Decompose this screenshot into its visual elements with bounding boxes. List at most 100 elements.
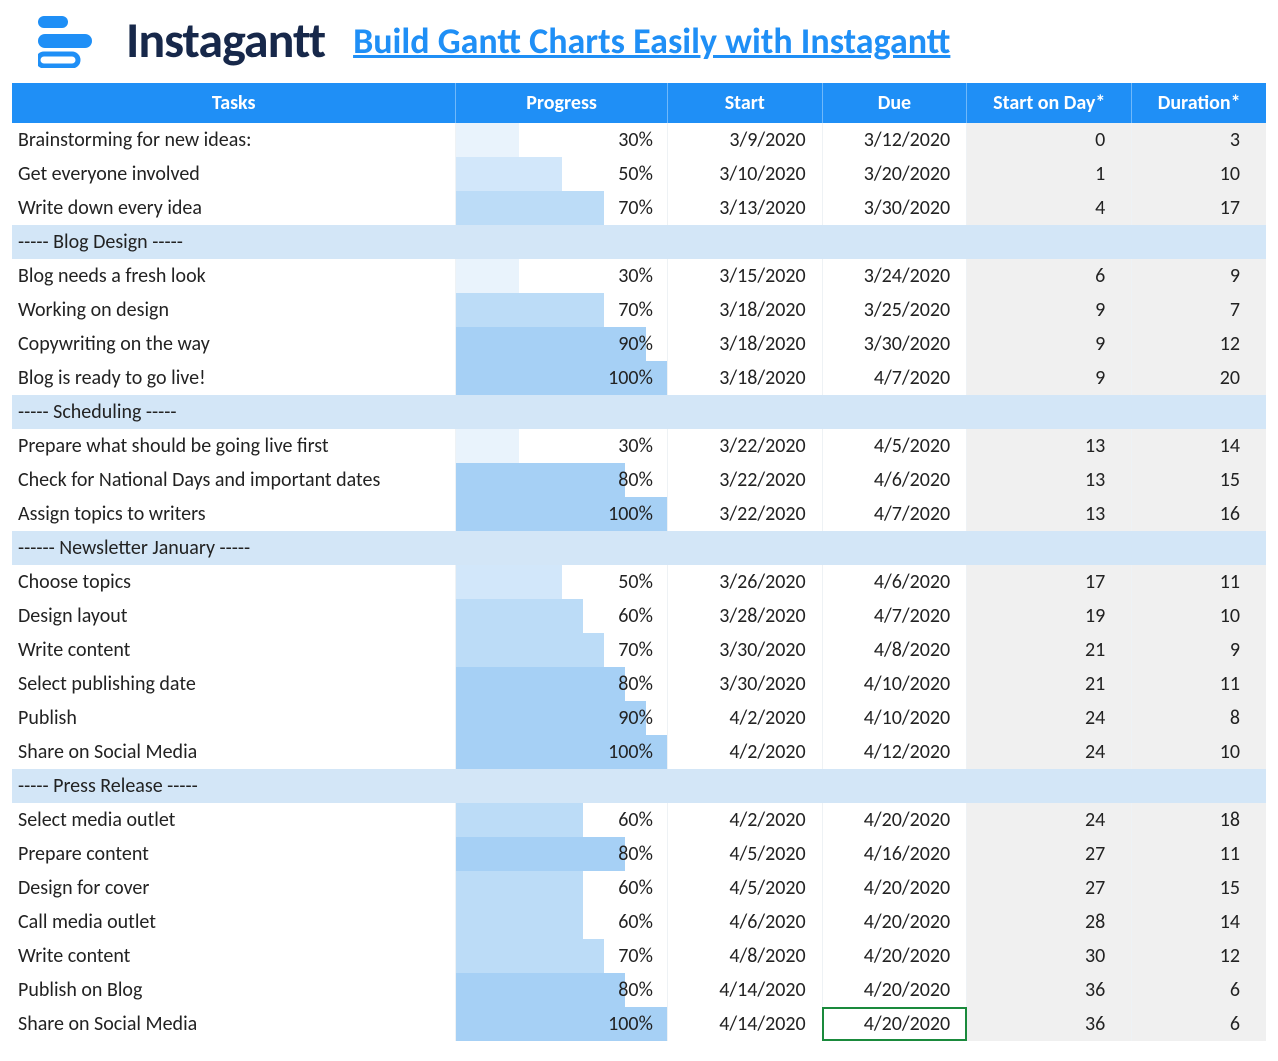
cell-duration[interactable]: 7 bbox=[1132, 293, 1266, 327]
cell-task[interactable]: Write content bbox=[12, 939, 456, 973]
cell-progress[interactable]: 100% bbox=[456, 361, 668, 395]
cell-due[interactable]: 4/16/2020 bbox=[822, 837, 966, 871]
cell-progress[interactable]: 80% bbox=[456, 837, 668, 871]
cell-progress[interactable]: 80% bbox=[456, 973, 668, 1007]
cell-start[interactable]: 3/26/2020 bbox=[667, 565, 822, 599]
cell-due[interactable]: 4/8/2020 bbox=[822, 633, 966, 667]
cell-start-day[interactable]: 9 bbox=[967, 293, 1132, 327]
cell-due[interactable]: 3/30/2020 bbox=[822, 327, 966, 361]
cell-start[interactable]: 4/2/2020 bbox=[667, 701, 822, 735]
cell-task[interactable]: Publish bbox=[12, 701, 456, 735]
cell-start-day[interactable]: 30 bbox=[967, 939, 1132, 973]
cell-start[interactable]: 4/5/2020 bbox=[667, 871, 822, 905]
cell-start-day[interactable]: 9 bbox=[967, 361, 1132, 395]
cell-start[interactable]: 4/14/2020 bbox=[667, 1007, 822, 1041]
cell-task[interactable]: Assign topics to writers bbox=[12, 497, 456, 531]
cell-progress[interactable]: 50% bbox=[456, 157, 668, 191]
cell-progress[interactable]: 70% bbox=[456, 293, 668, 327]
cell-progress[interactable]: 80% bbox=[456, 463, 668, 497]
cell-start[interactable]: 3/30/2020 bbox=[667, 633, 822, 667]
cell-start-day[interactable]: 13 bbox=[967, 497, 1132, 531]
cell-duration[interactable]: 6 bbox=[1132, 973, 1266, 1007]
cell-task[interactable]: Select media outlet bbox=[12, 803, 456, 837]
cell-due[interactable]: 4/20/2020 bbox=[822, 973, 966, 1007]
cell-progress[interactable]: 100% bbox=[456, 1007, 668, 1041]
cell-start-day[interactable]: 36 bbox=[967, 1007, 1132, 1041]
cell-start-day[interactable]: 17 bbox=[967, 565, 1132, 599]
cell-start-day[interactable]: 27 bbox=[967, 871, 1132, 905]
cell-duration[interactable]: 10 bbox=[1132, 735, 1266, 769]
cell-task[interactable]: Write content bbox=[12, 633, 456, 667]
cell-task[interactable]: Blog is ready to go live! bbox=[12, 361, 456, 395]
cell-progress[interactable]: 70% bbox=[456, 939, 668, 973]
cell-start-day[interactable]: 21 bbox=[967, 633, 1132, 667]
cell-duration[interactable]: 10 bbox=[1132, 157, 1266, 191]
cell-task[interactable]: Get everyone involved bbox=[12, 157, 456, 191]
cell-task[interactable]: Working on design bbox=[12, 293, 456, 327]
cell-due[interactable]: 3/30/2020 bbox=[822, 191, 966, 225]
cell-start[interactable]: 3/15/2020 bbox=[667, 259, 822, 293]
cell-due[interactable]: 3/25/2020 bbox=[822, 293, 966, 327]
cell-task[interactable]: Publish on Blog bbox=[12, 973, 456, 1007]
cell-due[interactable]: 4/12/2020 bbox=[822, 735, 966, 769]
cell-start-day[interactable]: 0 bbox=[967, 123, 1132, 157]
cell-progress[interactable]: 100% bbox=[456, 735, 668, 769]
cell-task[interactable]: Prepare what should be going live first bbox=[12, 429, 456, 463]
cell-start[interactable]: 4/5/2020 bbox=[667, 837, 822, 871]
cell-duration[interactable]: 16 bbox=[1132, 497, 1266, 531]
cell-task[interactable]: Choose topics bbox=[12, 565, 456, 599]
cell-progress[interactable]: 30% bbox=[456, 259, 668, 293]
cell-task[interactable]: Check for National Days and important da… bbox=[12, 463, 456, 497]
cell-progress[interactable]: 50% bbox=[456, 565, 668, 599]
cell-progress[interactable]: 90% bbox=[456, 327, 668, 361]
cell-start-day[interactable]: 21 bbox=[967, 667, 1132, 701]
cell-due[interactable]: 3/12/2020 bbox=[822, 123, 966, 157]
cell-progress[interactable]: 90% bbox=[456, 701, 668, 735]
cell-due[interactable]: 4/20/2020 bbox=[822, 803, 966, 837]
cell-start[interactable]: 4/8/2020 bbox=[667, 939, 822, 973]
cell-due[interactable]: 4/5/2020 bbox=[822, 429, 966, 463]
cell-start[interactable]: 3/22/2020 bbox=[667, 429, 822, 463]
cell-due[interactable]: 4/20/2020 bbox=[822, 871, 966, 905]
cell-task[interactable]: Write down every idea bbox=[12, 191, 456, 225]
cell-start[interactable]: 4/14/2020 bbox=[667, 973, 822, 1007]
cell-progress[interactable]: 60% bbox=[456, 871, 668, 905]
cell-task[interactable]: Prepare content bbox=[12, 837, 456, 871]
cell-start[interactable]: 3/13/2020 bbox=[667, 191, 822, 225]
cell-due[interactable]: 4/7/2020 bbox=[822, 361, 966, 395]
cell-start[interactable]: 3/9/2020 bbox=[667, 123, 822, 157]
cell-due[interactable]: 4/6/2020 bbox=[822, 565, 966, 599]
cell-progress[interactable]: 30% bbox=[456, 429, 668, 463]
cell-start[interactable]: 3/28/2020 bbox=[667, 599, 822, 633]
cell-start[interactable]: 4/6/2020 bbox=[667, 905, 822, 939]
cell-due[interactable]: 4/20/2020 bbox=[822, 1007, 966, 1041]
cell-task[interactable]: Copywriting on the way bbox=[12, 327, 456, 361]
cell-due[interactable]: 4/10/2020 bbox=[822, 667, 966, 701]
cell-progress[interactable]: 60% bbox=[456, 803, 668, 837]
cell-duration[interactable]: 20 bbox=[1132, 361, 1266, 395]
cell-duration[interactable]: 12 bbox=[1132, 327, 1266, 361]
cell-progress[interactable]: 70% bbox=[456, 191, 668, 225]
cell-start-day[interactable]: 6 bbox=[967, 259, 1132, 293]
cell-start-day[interactable]: 19 bbox=[967, 599, 1132, 633]
cell-duration[interactable]: 12 bbox=[1132, 939, 1266, 973]
cell-due[interactable]: 4/6/2020 bbox=[822, 463, 966, 497]
cta-link[interactable]: Build Gantt Charts Easily with Instagant… bbox=[353, 19, 950, 63]
cell-start-day[interactable]: 24 bbox=[967, 803, 1132, 837]
cell-due[interactable]: 4/7/2020 bbox=[822, 599, 966, 633]
cell-task[interactable]: Call media outlet bbox=[12, 905, 456, 939]
cell-start[interactable]: 3/30/2020 bbox=[667, 667, 822, 701]
cell-start[interactable]: 4/2/2020 bbox=[667, 735, 822, 769]
cell-duration[interactable]: 3 bbox=[1132, 123, 1266, 157]
cell-duration[interactable]: 11 bbox=[1132, 565, 1266, 599]
cell-duration[interactable]: 6 bbox=[1132, 1007, 1266, 1041]
cell-task[interactable]: Share on Social Media bbox=[12, 735, 456, 769]
cell-task[interactable]: Blog needs a fresh look bbox=[12, 259, 456, 293]
cell-due[interactable]: 3/24/2020 bbox=[822, 259, 966, 293]
cell-task[interactable]: Design layout bbox=[12, 599, 456, 633]
cell-progress[interactable]: 60% bbox=[456, 905, 668, 939]
cell-start-day[interactable]: 24 bbox=[967, 701, 1132, 735]
cell-task[interactable]: Select publishing date bbox=[12, 667, 456, 701]
cell-start-day[interactable]: 4 bbox=[967, 191, 1132, 225]
cell-duration[interactable]: 15 bbox=[1132, 871, 1266, 905]
